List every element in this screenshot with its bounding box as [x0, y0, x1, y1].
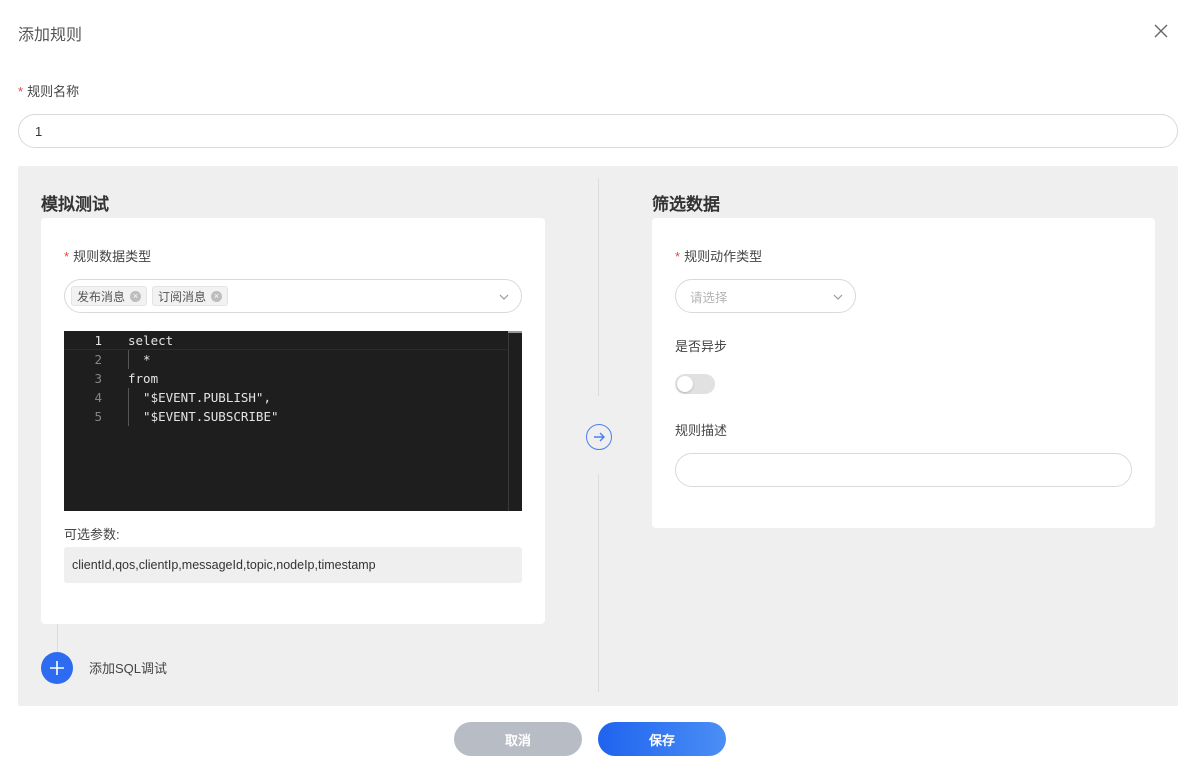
code-line: 3 from [94, 371, 159, 386]
tag-publish: 发布消息 × [71, 286, 148, 306]
code-line: 5 "$EVENT.SUBSCRIBE" [94, 409, 279, 424]
indent-guide [128, 388, 129, 426]
required-mark: * [675, 249, 681, 264]
simulate-title: 模拟测试 [41, 195, 109, 214]
data-type-label: * 规则数据类型 [64, 249, 152, 264]
required-mark: * [18, 84, 24, 99]
required-mark: * [64, 249, 70, 264]
toggle-knob [677, 376, 693, 392]
action-type-placeholder: 请选择 [690, 290, 728, 305]
chevron-down-icon [833, 294, 843, 300]
filter-title: 筛选数据 [652, 195, 720, 214]
close-icon[interactable] [1152, 22, 1170, 40]
code-line: 1 select [64, 331, 507, 350]
add-sql-label[interactable]: 添加SQL调试 [89, 658, 167, 677]
action-type-select[interactable]: 请选择 [675, 279, 856, 313]
filter-card: * 规则动作类型 请选择 是否异步 规则描述 [652, 218, 1155, 528]
add-rule-dialog: 添加规则 * 规则名称 1 模拟测试 * 规则数据类型 发布消息 × 订阅消息 × 1 … [0, 0, 1196, 780]
tag-subscribe: 订阅消息 × [152, 286, 229, 306]
params-label: 可选参数: [64, 527, 120, 542]
sql-code-editor[interactable]: 1 select 2 * 3 from 4 "$EVENT.PUBLISH", … [64, 331, 522, 511]
rule-config-panel: 模拟测试 *规则数据类型 发布消息× 订阅消息× 1 select 2 * [18, 166, 1178, 706]
editor-scroll-thumb[interactable] [508, 331, 522, 333]
tag-remove-icon[interactable]: × [211, 290, 223, 302]
divider-bottom [598, 474, 599, 692]
async-label: 是否异步 [675, 339, 728, 354]
tag-remove-icon[interactable]: × [130, 290, 142, 302]
data-type-select[interactable]: 发布消息 × 订阅消息 × [64, 279, 522, 313]
rule-name-label: * 规则名称 [18, 84, 80, 99]
async-toggle[interactable] [675, 374, 715, 394]
rule-name-value: 1 [35, 123, 43, 139]
dialog-title: 添加规则 [18, 27, 83, 44]
plus-icon [50, 661, 64, 675]
chevron-down-icon [499, 294, 509, 300]
sql-test-card: * 规则数据类型 发布消息 × 订阅消息 × 1 select 2 * 3 from [41, 218, 545, 624]
params-list: clientId,qos,clientIp,messageId,topic,no… [64, 547, 522, 583]
add-sql-button[interactable] [41, 652, 73, 684]
desc-input[interactable] [675, 453, 1132, 487]
rule-name-input[interactable]: 1 [18, 114, 1178, 148]
cancel-button[interactable]: 取消 [454, 722, 582, 756]
arrow-right-icon [586, 424, 612, 450]
code-line: 2 * [94, 352, 151, 367]
indent-guide [128, 350, 129, 369]
desc-label: 规则描述 [675, 423, 728, 438]
divider-top [598, 178, 599, 396]
code-line: 4 "$EVENT.PUBLISH", [94, 390, 271, 405]
action-type-label: * 规则动作类型 [675, 249, 763, 264]
connector-line [57, 624, 58, 652]
editor-scrollbar[interactable] [508, 331, 522, 511]
save-button[interactable]: 保存 [598, 722, 726, 756]
